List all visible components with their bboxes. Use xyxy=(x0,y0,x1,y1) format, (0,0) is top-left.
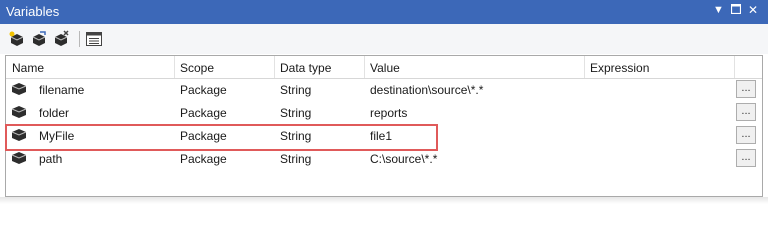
column-divider[interactable] xyxy=(364,56,365,78)
title-bar: Variables ▼ ✕ xyxy=(0,0,768,24)
variable-icon xyxy=(11,105,27,119)
variable-value[interactable]: reports xyxy=(370,106,407,120)
column-header-scope[interactable]: Scope xyxy=(180,61,214,75)
grid-header: Name Scope Data type Value Expression xyxy=(6,56,762,79)
panel-shadow xyxy=(0,197,768,204)
window-title: Variables xyxy=(6,4,60,19)
variable-icon xyxy=(11,82,27,96)
variable-name[interactable]: path xyxy=(39,152,62,166)
variable-name[interactable]: MyFile xyxy=(39,129,74,143)
column-divider[interactable] xyxy=(274,56,275,78)
expression-builder-button[interactable]: ... xyxy=(736,126,756,144)
variable-data-type[interactable]: String xyxy=(280,152,311,166)
dropdown-arrow-icon[interactable]: ▼ xyxy=(713,4,724,16)
variable-data-type[interactable]: String xyxy=(280,129,311,143)
variables-grid: Name Scope Data type Value Expression fi… xyxy=(5,55,763,197)
column-divider[interactable] xyxy=(734,56,735,78)
variable-data-type[interactable]: String xyxy=(280,83,311,97)
variable-value[interactable]: destination\source\*.* xyxy=(370,83,483,97)
expression-builder-button[interactable]: ... xyxy=(736,149,756,167)
move-variable-icon[interactable] xyxy=(30,30,48,48)
variable-scope: Package xyxy=(180,83,227,97)
grid-options-icon[interactable] xyxy=(85,30,103,48)
table-row[interactable]: folder Package String reports ... xyxy=(6,101,762,124)
column-header-value[interactable]: Value xyxy=(370,61,400,75)
column-divider[interactable] xyxy=(584,56,585,78)
variable-value[interactable]: file1 xyxy=(370,129,392,143)
column-header-expression[interactable]: Expression xyxy=(590,61,649,75)
variable-value[interactable]: C:\source\*.* xyxy=(370,152,437,166)
add-variable-icon[interactable] xyxy=(8,30,26,48)
table-row[interactable]: filename Package String destination\sour… xyxy=(6,78,762,101)
variable-scope: Package xyxy=(180,152,227,166)
variable-name[interactable]: filename xyxy=(39,83,84,97)
variable-scope: Package xyxy=(180,129,227,143)
variable-icon xyxy=(11,151,27,165)
column-divider[interactable] xyxy=(174,56,175,78)
maximize-icon[interactable] xyxy=(730,3,742,17)
expression-builder-button[interactable]: ... xyxy=(736,80,756,98)
table-row[interactable]: MyFile Package String file1 ... xyxy=(6,124,762,147)
variable-data-type[interactable]: String xyxy=(280,106,311,120)
delete-variable-icon[interactable] xyxy=(52,30,70,48)
column-header-name[interactable]: Name xyxy=(12,61,44,75)
toolbar-separator xyxy=(79,31,80,47)
column-header-data-type[interactable]: Data type xyxy=(280,61,331,75)
close-icon[interactable]: ✕ xyxy=(748,3,758,17)
toolbar xyxy=(0,24,768,54)
table-row[interactable]: path Package String C:\source\*.* ... xyxy=(6,147,762,170)
variable-scope: Package xyxy=(180,106,227,120)
variable-icon xyxy=(11,128,27,142)
expression-builder-button[interactable]: ... xyxy=(736,103,756,121)
variable-name[interactable]: folder xyxy=(39,106,69,120)
